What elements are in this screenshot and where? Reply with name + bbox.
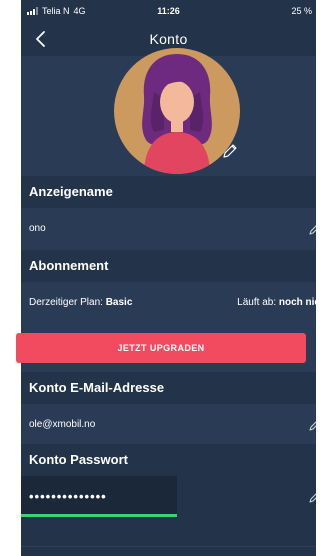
profile-header bbox=[21, 48, 316, 176]
section-subscription-title: Abonnement bbox=[21, 250, 316, 282]
email-value: ole@xmobil.no bbox=[29, 419, 96, 430]
display-name-row[interactable]: ono bbox=[21, 208, 316, 250]
expiry-value: noch nie bbox=[278, 297, 316, 308]
edit-display-name-pencil-icon[interactable] bbox=[308, 222, 316, 236]
expiry-info: Läuft ab: noch nie bbox=[237, 282, 316, 324]
edit-email-pencil-icon[interactable] bbox=[308, 418, 316, 432]
section-display-name-title: Anzeigename bbox=[21, 176, 316, 208]
expiry-label: Läuft ab: bbox=[237, 297, 277, 308]
subscription-plan-row: Derzeitiger Plan: Basic Läuft ab: noch n… bbox=[21, 282, 316, 324]
divider bbox=[21, 546, 316, 547]
plan-value: Basic bbox=[105, 297, 133, 308]
edit-avatar-pencil-icon[interactable] bbox=[221, 142, 239, 160]
status-bar: Telia N 4G 11:26 25 % bbox=[21, 0, 316, 22]
edit-password-pencil-icon[interactable] bbox=[308, 490, 316, 504]
plan-label: Derzeitiger Plan: bbox=[29, 297, 103, 308]
phone-screen: Telia N 4G 11:26 25 % Konto Anzeigename … bbox=[21, 0, 316, 556]
section-email-title: Konto E-Mail-Adresse bbox=[21, 372, 316, 404]
bottom-area bbox=[21, 517, 316, 556]
password-field[interactable]: •••••••••••••• bbox=[21, 476, 177, 516]
status-time: 11:26 bbox=[157, 6, 180, 16]
display-name-value: ono bbox=[29, 223, 46, 234]
battery-percent: 25 % bbox=[291, 6, 312, 16]
upgrade-now-button[interactable]: JETZT UPGRADEN bbox=[16, 333, 306, 363]
status-right: 25 % bbox=[291, 6, 312, 16]
page-title: Konto bbox=[149, 31, 188, 47]
section-password-title: Konto Passwort bbox=[21, 444, 316, 476]
email-row[interactable]: ole@xmobil.no bbox=[21, 404, 316, 446]
